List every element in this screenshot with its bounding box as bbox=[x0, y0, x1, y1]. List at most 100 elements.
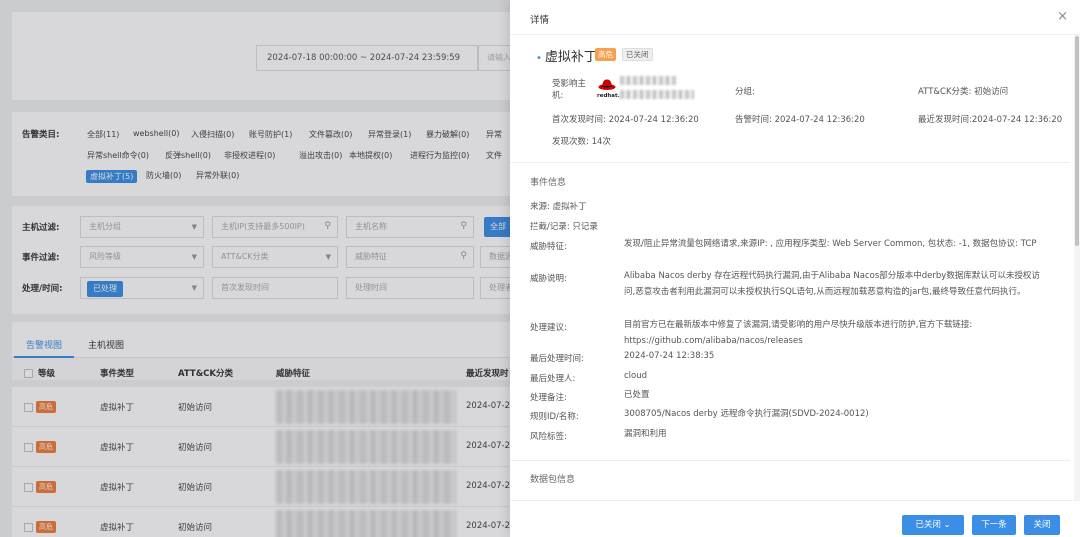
event-type-cell: 虚拟补丁 bbox=[100, 443, 135, 453]
alarm-type-chip[interactable]: 异常 bbox=[486, 129, 502, 140]
attck-value: ATT&CK分类: 初始访问 bbox=[918, 87, 1009, 97]
search-icon: ⚲ bbox=[460, 251, 467, 261]
tab-host-view[interactable]: 主机视图 bbox=[88, 338, 124, 351]
last-process-time-value: 2024-07-24 12:38:35 bbox=[624, 351, 715, 361]
row-checkbox[interactable] bbox=[24, 443, 33, 452]
chevron-down-icon: ▼ bbox=[191, 284, 197, 292]
event-type-cell: 虚拟补丁 bbox=[100, 523, 135, 533]
host-ip-input[interactable]: 主机IP(支持最多500IP) ⚲ bbox=[212, 216, 338, 238]
close-icon[interactable]: × bbox=[1057, 9, 1068, 24]
risk-badge: 高危 bbox=[36, 441, 56, 453]
host-all-button[interactable]: 全部 bbox=[484, 217, 512, 237]
event-filter-label: 事件过滤: bbox=[22, 253, 60, 263]
tab-alarm-view[interactable]: 告警视图 bbox=[26, 338, 62, 351]
event-info-header: 事件信息 bbox=[530, 178, 567, 188]
alarm-type-chip[interactable]: 账号防护(1) bbox=[249, 129, 292, 140]
threat-desc-label: 威胁说明: bbox=[530, 274, 567, 284]
risk-level-select[interactable]: 风险等级 ▼ bbox=[80, 246, 204, 268]
threat-desc-value: Alibaba Nacos derby 存在远程代码执行漏洞,由于Alibaba… bbox=[624, 271, 1040, 297]
attck-cell: 初始访问 bbox=[178, 523, 213, 533]
threat-feature-redacted bbox=[276, 430, 456, 464]
risk-badge: 高危 bbox=[36, 401, 56, 413]
host-name-input[interactable]: 主机名称 ⚲ bbox=[346, 216, 474, 238]
alarm-time: 告警时间: 2024-07-24 12:36:20 bbox=[735, 115, 865, 125]
affected-host-label: 受影响主机: bbox=[552, 79, 587, 101]
threat-feature-redacted bbox=[276, 390, 456, 424]
found-count: 发现次数: 14次 bbox=[552, 137, 611, 147]
status-dropdown-button[interactable]: 已关闭 ⌄ bbox=[902, 515, 964, 535]
search-icon: ⚲ bbox=[460, 221, 467, 231]
first-seen-time-input[interactable]: 首次发现时间 bbox=[212, 277, 338, 299]
alarm-type-chip[interactable]: 防火墙(0) bbox=[146, 170, 181, 181]
chevron-down-icon: ▼ bbox=[191, 253, 197, 261]
chevron-down-icon: ⌄ bbox=[943, 520, 951, 530]
date-range-input[interactable]: 2024-07-18 00:00:00 ~ 2024-07-24 23:59:5… bbox=[256, 45, 478, 71]
risk-badge: 高危 bbox=[36, 521, 56, 533]
attck-cell: 初始访问 bbox=[178, 443, 213, 453]
chevron-down-icon: ▼ bbox=[325, 253, 331, 261]
alarm-type-chip[interactable]: 异常登录(1) bbox=[368, 129, 411, 140]
last-process-time-label: 最后处理时间: bbox=[530, 354, 584, 364]
alarm-type-chip[interactable]: 异常shell命令(0) bbox=[87, 150, 149, 161]
alarm-type-chip[interactable]: 进程行为监控(0) bbox=[410, 150, 469, 161]
alarm-type-chip[interactable]: 非授权进程(0) bbox=[224, 150, 275, 161]
col-threat-feature: 威胁特征 bbox=[276, 369, 311, 379]
process-time-label: 处理/时间: bbox=[22, 284, 63, 294]
host-ip-redacted bbox=[620, 90, 694, 99]
close-button[interactable]: 关闭 bbox=[1024, 515, 1060, 535]
last-seen-time: 最近发现时间:2024-07-24 12:36:20 bbox=[918, 115, 1063, 125]
drawer-title: 详情 bbox=[530, 15, 550, 26]
first-seen-time: 首次发现时间: 2024-07-24 12:36:20 bbox=[552, 115, 699, 125]
data-source-select[interactable]: 数据源 bbox=[480, 246, 512, 268]
alarm-type-chip[interactable]: webshell(0) bbox=[133, 129, 179, 138]
alarm-type-chip[interactable]: 入侵扫描(0) bbox=[191, 129, 234, 140]
divider bbox=[510, 460, 1070, 461]
threat-feature-input[interactable]: 威胁特征 ⚲ bbox=[346, 246, 474, 268]
host-group-select[interactable]: 主机分组 ▼ bbox=[80, 216, 204, 238]
alarm-type-chip[interactable]: 虚拟补丁(5) bbox=[86, 170, 138, 183]
process-status-select[interactable]: 已处理 ▼ bbox=[80, 277, 204, 299]
row-checkbox[interactable] bbox=[24, 403, 33, 412]
chevron-down-icon: ▼ bbox=[191, 223, 197, 231]
alarm-type-chip[interactable]: 异常外联(0) bbox=[196, 170, 239, 181]
processor-input[interactable]: 处理者 bbox=[480, 277, 512, 299]
attck-cell: 初始访问 bbox=[178, 403, 213, 413]
alarm-type-chip[interactable]: 暴力破解(0) bbox=[426, 129, 469, 140]
alarm-type-chip[interactable]: 文件 bbox=[486, 150, 502, 161]
row-checkbox[interactable] bbox=[24, 483, 33, 492]
alarm-type-chip[interactable]: 反弹shell(0) bbox=[165, 150, 211, 161]
alarm-type-chip[interactable]: 全部(11) bbox=[87, 129, 119, 140]
attck-select[interactable]: ATT&CK分类 ▼ bbox=[212, 246, 338, 268]
process-note-value: 已处置 bbox=[624, 390, 650, 400]
search-icon: ⚲ bbox=[324, 221, 331, 231]
alarm-type-chip[interactable]: 文件篡改(0) bbox=[309, 129, 352, 140]
alarm-type-label: 告警类目: bbox=[22, 130, 60, 140]
process-time-input[interactable]: 处理时间 bbox=[346, 277, 474, 299]
intercept-field: 拦截/记录: 只记录 bbox=[530, 222, 598, 232]
detail-drawer: 详情 × • 虚拟补丁 高危 已关闭 受影响主机: redhat. 分组: ATT… bbox=[510, 0, 1080, 537]
alarm-type-chip[interactable]: 溢出攻击(0) bbox=[299, 150, 342, 161]
group-label: 分组: bbox=[735, 87, 755, 97]
col-event-type: 事件类型 bbox=[100, 369, 135, 379]
risk-badge: 高危 bbox=[36, 481, 56, 493]
row-checkbox[interactable] bbox=[24, 523, 33, 532]
view-tabs bbox=[12, 322, 512, 358]
last-seen-cell: 2024-07-2 bbox=[466, 481, 510, 491]
redhat-logo-icon bbox=[598, 79, 616, 90]
next-button[interactable]: 下一条 bbox=[972, 515, 1016, 535]
attck-cell: 初始访问 bbox=[178, 483, 213, 493]
status-badge: 已关闭 bbox=[622, 48, 653, 61]
select-all-checkbox[interactable] bbox=[24, 369, 33, 378]
redhat-text: redhat. bbox=[597, 93, 620, 99]
last-seen-cell: 2024-07-24 bbox=[466, 401, 516, 411]
packet-info-header: 数据包信息 bbox=[530, 475, 576, 485]
bullet-icon: • bbox=[536, 53, 542, 64]
col-level: 等级 bbox=[38, 369, 56, 379]
rule-value: 3008705/Nacos derby 远程命令执行漏洞(SDVD-2024-0… bbox=[624, 409, 869, 419]
table-header bbox=[12, 358, 512, 380]
col-last-seen: 最近发现时 bbox=[466, 369, 509, 379]
scrollbar-thumb[interactable] bbox=[1075, 36, 1079, 246]
risk-tag-label: 风险标签: bbox=[530, 432, 567, 442]
alarm-type-chip[interactable]: 本地提权(0) bbox=[349, 150, 392, 161]
threat-feature-redacted bbox=[276, 470, 456, 504]
